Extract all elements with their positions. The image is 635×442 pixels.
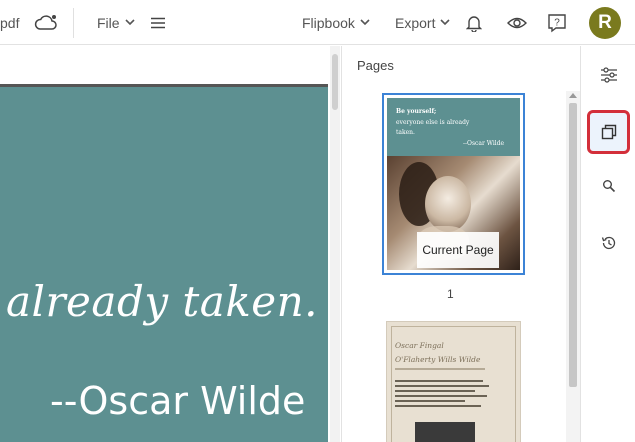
quote-author-line[interactable]: --Oscar Wilde [50, 379, 305, 423]
settings-sliders-icon[interactable] [582, 55, 635, 95]
hamburger-menu-icon[interactable] [151, 0, 165, 45]
pages-scrollbar[interactable] [566, 91, 580, 442]
thumb-quote-line: everyone else is already [396, 119, 470, 126]
page-thumbnail-1[interactable]: Be yourself; everyone else is already ta… [382, 93, 525, 275]
flipbook-menu-label: Flipbook [302, 14, 355, 31]
chevron-down-icon [124, 19, 135, 26]
thumbnail-photo: Current Page [387, 156, 520, 270]
chevron-down-icon [440, 19, 451, 26]
thumb-quote-line: taken. [396, 129, 415, 136]
current-page-badge: Current Page [417, 232, 499, 268]
thumb-title-line: Oscar Fingal [395, 341, 444, 350]
top-toolbar: pdf File Flipbook Export ? R [0, 0, 635, 45]
cloud-sync-icon[interactable] [34, 0, 58, 45]
pages-panel: Pages Be yourself; everyone else is alre… [341, 46, 581, 442]
page-number: 1 [447, 287, 454, 301]
thumbnail-quote-block: Be yourself; everyone else is already ta… [387, 98, 520, 156]
chevron-down-icon [360, 19, 370, 26]
thumb-photo [415, 422, 475, 442]
user-avatar[interactable]: R [589, 7, 621, 39]
scroll-up-icon[interactable] [569, 93, 577, 98]
bell-icon[interactable] [466, 0, 482, 45]
canvas-scroll-thumb[interactable] [332, 54, 338, 110]
export-menu[interactable]: Export [395, 0, 451, 45]
file-menu-label: File [97, 14, 120, 31]
photo-shape [425, 176, 471, 232]
flipbook-menu[interactable]: Flipbook [302, 0, 370, 45]
editor-canvas-area: already taken. --Oscar Wilde [0, 46, 340, 442]
right-tool-rail [582, 46, 635, 442]
toolbar-divider [73, 8, 74, 38]
pages-scroll-thumb[interactable] [569, 103, 577, 387]
thumb-text-lines [395, 380, 491, 410]
search-icon[interactable] [582, 166, 635, 206]
export-menu-label: Export [395, 14, 436, 31]
quote-text-line[interactable]: already taken. [6, 277, 318, 326]
page-thumbnail-2[interactable]: Oscar Fingal O'Flaherty Wills Wilde [386, 321, 521, 442]
page-canvas[interactable]: already taken. --Oscar Wilde [0, 84, 328, 442]
thumb-quote-line: --Oscar Wilde [463, 140, 505, 147]
pages-icon[interactable] [582, 112, 635, 152]
thumb-date-bar [395, 368, 485, 370]
canvas-scrollbar[interactable] [330, 46, 340, 442]
pages-panel-title: Pages [357, 58, 394, 73]
eye-icon[interactable] [507, 0, 527, 45]
file-menu[interactable]: File [97, 0, 135, 45]
help-icon[interactable]: ? [547, 0, 567, 45]
thumb-quote-line: Be yourself; [396, 108, 437, 115]
thumb-title-line: O'Flaherty Wills Wilde [395, 355, 481, 364]
document-filename[interactable]: pdf [0, 0, 19, 45]
svg-text:?: ? [554, 17, 560, 28]
history-icon[interactable] [582, 223, 635, 263]
